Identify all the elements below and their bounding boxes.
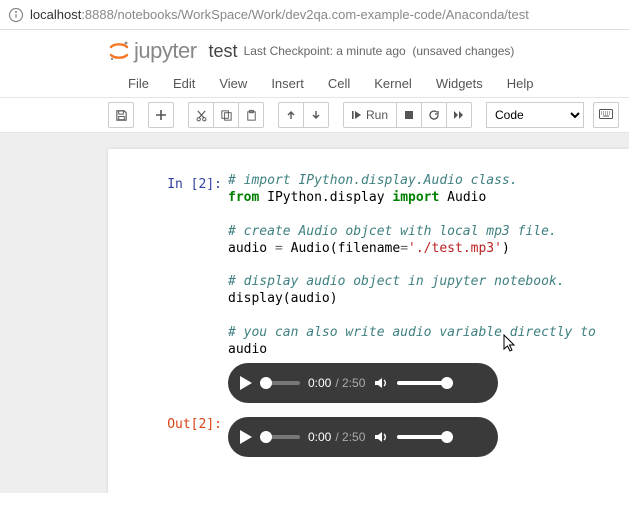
scrub-track[interactable] bbox=[260, 435, 300, 439]
checkpoint-text: Last Checkpoint: a minute ago (unsaved c… bbox=[244, 44, 515, 58]
notebook-page: In [2]: # import IPython.display.Audio c… bbox=[108, 149, 629, 493]
cut-icon bbox=[195, 109, 208, 122]
volume-thumb[interactable] bbox=[441, 377, 453, 389]
menu-bar: FileEditViewInsertCellKernelWidgetsHelp bbox=[0, 70, 629, 98]
notebook-name[interactable]: test bbox=[209, 41, 238, 62]
menu-cell[interactable]: Cell bbox=[316, 70, 362, 97]
menu-file[interactable]: File bbox=[116, 70, 161, 97]
copy-icon bbox=[220, 109, 233, 122]
plus-icon bbox=[155, 109, 167, 121]
save-icon bbox=[115, 109, 128, 122]
cut-button[interactable] bbox=[188, 102, 214, 128]
command-palette-button[interactable] bbox=[593, 102, 619, 128]
jupyter-logo-text: jupyter bbox=[134, 38, 197, 64]
info-icon bbox=[8, 7, 24, 23]
play-button[interactable] bbox=[240, 430, 252, 444]
jupyter-logo[interactable]: jupyter bbox=[108, 38, 197, 64]
audio-player[interactable]: 0:00 / 2:50 bbox=[228, 363, 498, 403]
fast-forward-icon bbox=[453, 109, 465, 121]
copy-button[interactable] bbox=[213, 102, 239, 128]
arrow-down-icon bbox=[310, 109, 322, 121]
move-up-button[interactable] bbox=[278, 102, 304, 128]
paste-icon bbox=[245, 109, 258, 122]
menu-widgets[interactable]: Widgets bbox=[424, 70, 495, 97]
toolbar: Run Code bbox=[0, 98, 629, 133]
menu-insert[interactable]: Insert bbox=[259, 70, 316, 97]
paste-button[interactable] bbox=[238, 102, 264, 128]
output-prompt: Out[2]: bbox=[108, 413, 228, 461]
volume-icon[interactable] bbox=[373, 429, 389, 445]
run-icon bbox=[352, 110, 362, 120]
menu-help[interactable]: Help bbox=[495, 70, 546, 97]
run-label: Run bbox=[366, 108, 388, 122]
insert-cell-button[interactable] bbox=[148, 102, 174, 128]
restart-icon bbox=[428, 109, 440, 121]
volume-slider[interactable] bbox=[397, 435, 453, 439]
restart-run-all-button[interactable] bbox=[446, 102, 472, 128]
play-button[interactable] bbox=[240, 376, 252, 390]
audio-player[interactable]: 0:00 / 2:50 bbox=[228, 417, 498, 457]
code-cell-body[interactable]: # import IPython.display.Audio class. fr… bbox=[228, 173, 629, 407]
stop-icon bbox=[404, 110, 414, 120]
volume-slider[interactable] bbox=[397, 381, 453, 385]
menu-kernel[interactable]: Kernel bbox=[362, 70, 424, 97]
restart-button[interactable] bbox=[421, 102, 447, 128]
volume-thumb[interactable] bbox=[441, 431, 453, 443]
run-button[interactable]: Run bbox=[343, 102, 397, 128]
notebook-area: In [2]: # import IPython.display.Audio c… bbox=[0, 133, 629, 493]
menu-view[interactable]: View bbox=[207, 70, 259, 97]
jupyter-header: jupyter test Last Checkpoint: a minute a… bbox=[0, 30, 629, 133]
output-cell: Out[2]: 0:00 / 2:50 bbox=[108, 413, 629, 461]
arrow-up-icon bbox=[285, 109, 297, 121]
code-content[interactable]: # import IPython.display.Audio class. fr… bbox=[228, 173, 629, 359]
move-down-button[interactable] bbox=[303, 102, 329, 128]
scrub-thumb[interactable] bbox=[260, 431, 272, 443]
browser-url-bar: localhost:8888/notebooks/WorkSpace/Work/… bbox=[0, 0, 629, 30]
input-prompt: In [2]: bbox=[108, 173, 228, 407]
url-text[interactable]: localhost:8888/notebooks/WorkSpace/Work/… bbox=[30, 7, 529, 22]
time-duration: / 2:50 bbox=[335, 430, 365, 444]
scrub-thumb[interactable] bbox=[260, 377, 272, 389]
keyboard-icon bbox=[599, 109, 613, 121]
time-current: 0:00 bbox=[308, 376, 331, 390]
time-duration: / 2:50 bbox=[335, 376, 365, 390]
jupyter-logo-icon bbox=[108, 40, 130, 62]
scrub-track[interactable] bbox=[260, 381, 300, 385]
menu-edit[interactable]: Edit bbox=[161, 70, 207, 97]
volume-icon[interactable] bbox=[373, 375, 389, 391]
save-button[interactable] bbox=[108, 102, 134, 128]
celltype-select[interactable]: Code bbox=[486, 102, 584, 128]
code-cell[interactable]: In [2]: # import IPython.display.Audio c… bbox=[108, 173, 629, 407]
time-current: 0:00 bbox=[308, 430, 331, 444]
interrupt-button[interactable] bbox=[396, 102, 422, 128]
